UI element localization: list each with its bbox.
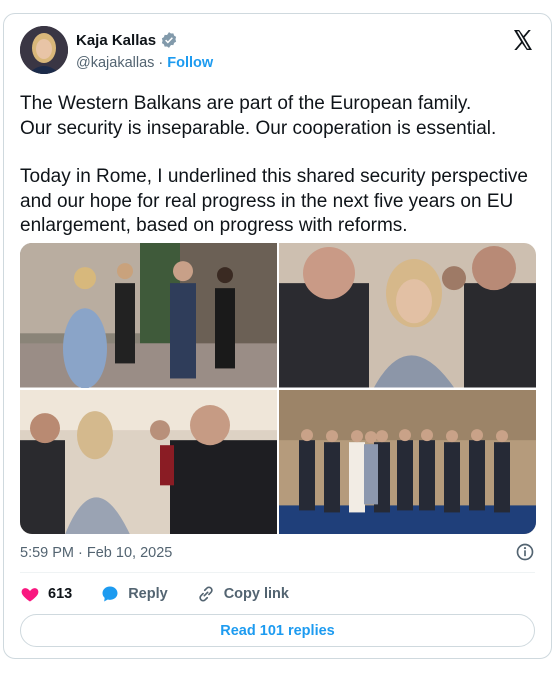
info-icon[interactable]	[515, 542, 535, 562]
photo-group[interactable]	[279, 389, 536, 534]
tweet-line-2: Our security is inseparable. Our coopera…	[20, 117, 497, 139]
x-logo-icon[interactable]	[511, 28, 535, 52]
media-grid	[20, 243, 536, 534]
author-handle-row: @kajakallas · Follow	[76, 55, 213, 71]
tweet-card: Kaja Kallas @kajakallas · Follow The Wes…	[3, 13, 552, 659]
reply-label: Reply	[128, 586, 168, 602]
verified-badge-icon	[161, 32, 177, 48]
tweet-paragraph-2: Today in Rome, I underlined this shared …	[20, 166, 528, 236]
copy-link-label: Copy link	[223, 586, 289, 602]
tweet-line-1: The Western Balkans are part of the Euro…	[20, 93, 472, 114]
like-count: 613	[48, 586, 73, 602]
author-name[interactable]: Kaja Kallas	[76, 32, 156, 49]
tweet-text: The Western Balkans are part of the Euro…	[20, 92, 540, 239]
read-replies-button[interactable]: Read 101 replies	[20, 614, 535, 647]
follow-button[interactable]: Follow	[167, 55, 213, 71]
separator: ·	[158, 55, 164, 71]
action-bar: 613 Reply Copy link	[20, 584, 317, 604]
photo-handshake[interactable]	[20, 243, 277, 388]
heart-icon	[21, 588, 39, 602]
photo-smiling[interactable]	[279, 243, 536, 388]
divider	[20, 572, 535, 573]
avatar[interactable]	[20, 26, 68, 74]
link-icon	[199, 586, 213, 602]
photo-conversation[interactable]	[20, 389, 277, 534]
reply-button[interactable]: Reply	[100, 584, 168, 604]
like-button[interactable]: 613	[20, 584, 72, 604]
copy-link-button[interactable]: Copy link	[196, 584, 289, 604]
author-handle[interactable]: @kajakallas	[76, 55, 154, 71]
author-name-row: Kaja Kallas	[76, 31, 178, 49]
timestamp[interactable]: 5:59 PM · Feb 10, 2025	[20, 545, 172, 561]
reply-bubble-icon	[102, 586, 118, 602]
